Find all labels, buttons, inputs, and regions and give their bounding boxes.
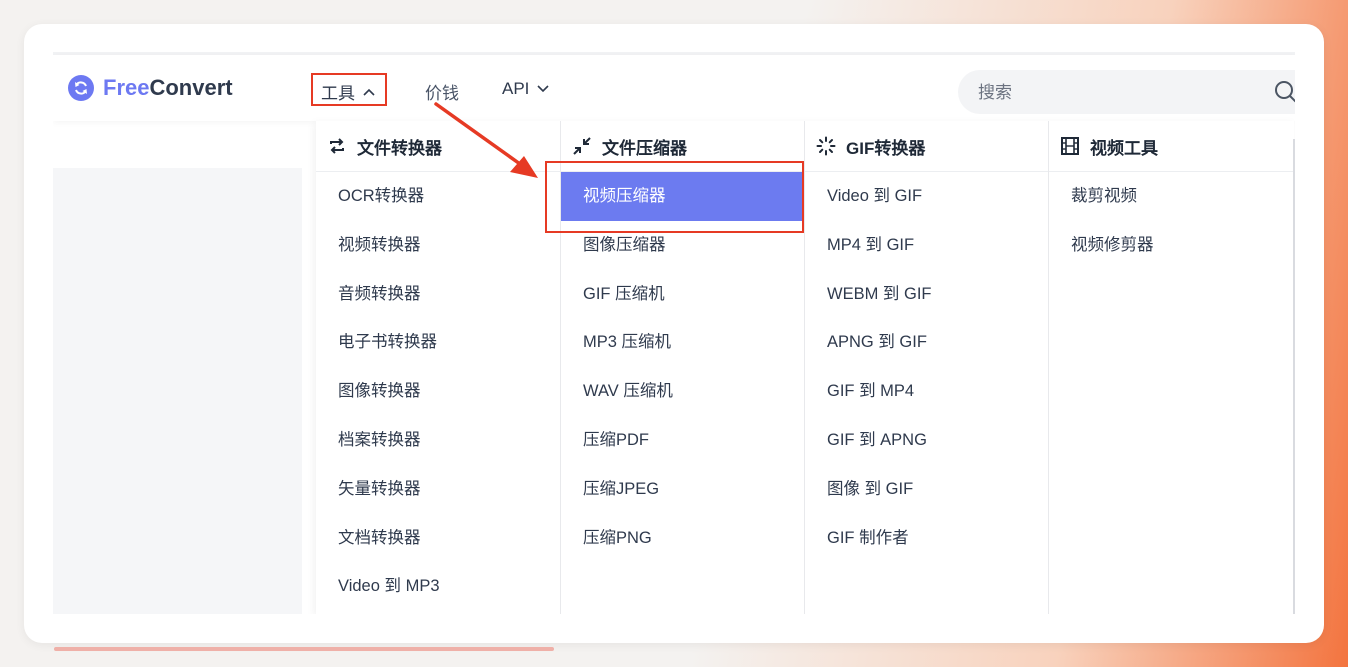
- search-input[interactable]: [976, 70, 1260, 116]
- menu-item[interactable]: 矢量转换器: [316, 465, 560, 514]
- compress-arrows-icon: [573, 137, 591, 155]
- menu-list: Video 到 GIF MP4 到 GIF WEBM 到 GIF APNG 到 …: [805, 172, 1048, 562]
- menu-list: OCR转换器 视频转换器 音频转换器 电子书转换器 图像转换器 档案转换器 矢量…: [316, 172, 560, 611]
- site-header: FreeConvert 工具 价钱 API: [53, 55, 1295, 121]
- logo[interactable]: FreeConvert: [68, 75, 233, 101]
- tools-dropdown-menu: 文件转换器 OCR转换器 视频转换器 音频转换器 电子书转换器 图像转换器 档案…: [316, 121, 1294, 614]
- column-title: 文件压缩器: [602, 138, 687, 158]
- menu-item[interactable]: Video 到 GIF: [805, 172, 1048, 221]
- logo-brand-convert: Convert: [149, 75, 233, 100]
- nav-api[interactable]: API: [502, 79, 549, 99]
- annotation-box-video-compressor: [545, 161, 804, 233]
- loader-icon: [816, 136, 836, 156]
- menu-item[interactable]: 压缩PDF: [561, 416, 804, 465]
- menu-item[interactable]: OCR转换器: [316, 172, 560, 221]
- nav-price-label: 价钱: [425, 84, 459, 103]
- column-title: 视频工具: [1090, 138, 1158, 158]
- search-box: [958, 70, 1295, 116]
- menu-item[interactable]: APNG 到 GIF: [805, 318, 1048, 367]
- menu-item[interactable]: Video 到 MP3: [316, 562, 560, 611]
- menu-list: 裁剪视频 视频修剪器: [1049, 172, 1294, 270]
- menu-item[interactable]: MP3 压缩机: [561, 318, 804, 367]
- menu-item[interactable]: 裁剪视频: [1049, 172, 1294, 221]
- column-video-tools: 视频工具 裁剪视频 视频修剪器: [1048, 121, 1294, 614]
- column-header: GIF转换器: [805, 121, 1048, 172]
- nav-price[interactable]: 价钱: [425, 79, 459, 104]
- menu-item[interactable]: 电子书转换器: [316, 318, 560, 367]
- menu-item[interactable]: GIF 制作者: [805, 514, 1048, 563]
- menu-item[interactable]: WAV 压缩机: [561, 367, 804, 416]
- column-header: 文件转换器: [316, 121, 560, 172]
- menu-item[interactable]: 压缩JPEG: [561, 465, 804, 514]
- menu-item[interactable]: MP4 到 GIF: [805, 221, 1048, 270]
- menu-item[interactable]: 图像 到 GIF: [805, 465, 1048, 514]
- menu-item[interactable]: GIF 到 APNG: [805, 416, 1048, 465]
- menu-item[interactable]: 图像转换器: [316, 367, 560, 416]
- menu-item[interactable]: 音频转换器: [316, 270, 560, 319]
- bottom-progress-bar: [54, 647, 554, 651]
- nav-api-label: API: [502, 79, 530, 98]
- menu-item[interactable]: GIF 压缩机: [561, 270, 804, 319]
- menu-item[interactable]: 视频转换器: [316, 221, 560, 270]
- menu-item[interactable]: WEBM 到 GIF: [805, 270, 1048, 319]
- menu-item[interactable]: 档案转换器: [316, 416, 560, 465]
- film-icon: [1061, 137, 1079, 155]
- refresh-logo-icon: [68, 75, 94, 101]
- page-left-panel: [53, 168, 302, 614]
- logo-text: FreeConvert: [103, 75, 233, 101]
- search-icon[interactable]: [1274, 80, 1295, 104]
- column-header: 视频工具: [1049, 121, 1294, 172]
- column-title: GIF转换器: [846, 138, 926, 158]
- menu-item[interactable]: 压缩PNG: [561, 514, 804, 563]
- column-title: 文件转换器: [357, 138, 442, 158]
- menu-item[interactable]: 文档转换器: [316, 514, 560, 563]
- column-gif-converter: GIF转换器 Video 到 GIF MP4 到 GIF WEBM 到 GIF …: [804, 121, 1048, 614]
- chevron-down-icon: [537, 85, 549, 93]
- menu-item[interactable]: 视频修剪器: [1049, 221, 1294, 270]
- dropdown-edge-line: [1293, 139, 1295, 614]
- annotation-box-tools: [311, 73, 387, 106]
- convert-arrows-icon: [330, 138, 344, 154]
- column-file-converter: 文件转换器 OCR转换器 视频转换器 音频转换器 电子书转换器 图像转换器 档案…: [316, 121, 560, 614]
- browser-viewport: FreeConvert 工具 价钱 API 搜索 文件转换器 OCR转换器 视频…: [53, 52, 1295, 614]
- logo-brand-free: Free: [103, 75, 150, 100]
- menu-item[interactable]: GIF 到 MP4: [805, 367, 1048, 416]
